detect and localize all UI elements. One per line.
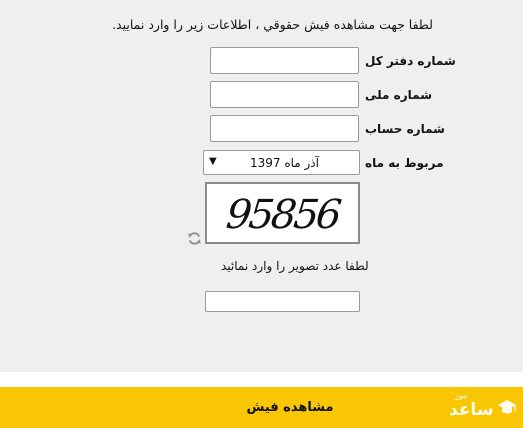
- captcha-input[interactable]: [205, 291, 360, 312]
- graduation-cap-icon: [498, 400, 516, 414]
- watermark-logo: ساعد نیوز: [449, 391, 517, 424]
- triangle-down-icon: ▼: [209, 156, 217, 167]
- view-payslip-button[interactable]: مشاهده فیش: [200, 387, 380, 428]
- month-select[interactable]: آذر ماه 1397 ▼: [203, 150, 360, 175]
- account-number-input[interactable]: [210, 115, 359, 142]
- watermark-text: ساعد: [449, 400, 494, 420]
- month-label: مربوط به ماه: [365, 156, 444, 170]
- captcha-image: 95856: [205, 182, 360, 244]
- general-ledger-label: شماره دفتر کل: [365, 54, 456, 68]
- national-id-label: شماره ملی: [365, 88, 432, 102]
- footer-bar: مشاهده فیش ساعد نیوز: [0, 387, 523, 428]
- form-panel: لطفا جهت مشاهده فیش حقوقي ، اطلاعات زیر …: [0, 0, 523, 372]
- account-number-label: شماره حساب: [365, 122, 445, 136]
- watermark-subtext: نیوز: [455, 391, 468, 400]
- captcha-digits: 95856: [223, 192, 342, 238]
- intro-text: لطفا جهت مشاهده فیش حقوقي ، اطلاعات زیر …: [112, 17, 433, 32]
- general-ledger-input[interactable]: [210, 47, 359, 74]
- captcha-hint: لطفا عدد تصویر را وارد نمائید: [221, 259, 369, 273]
- refresh-icon[interactable]: [187, 231, 202, 246]
- national-id-input[interactable]: [210, 81, 359, 108]
- month-select-value: آذر ماه 1397: [249, 156, 319, 170]
